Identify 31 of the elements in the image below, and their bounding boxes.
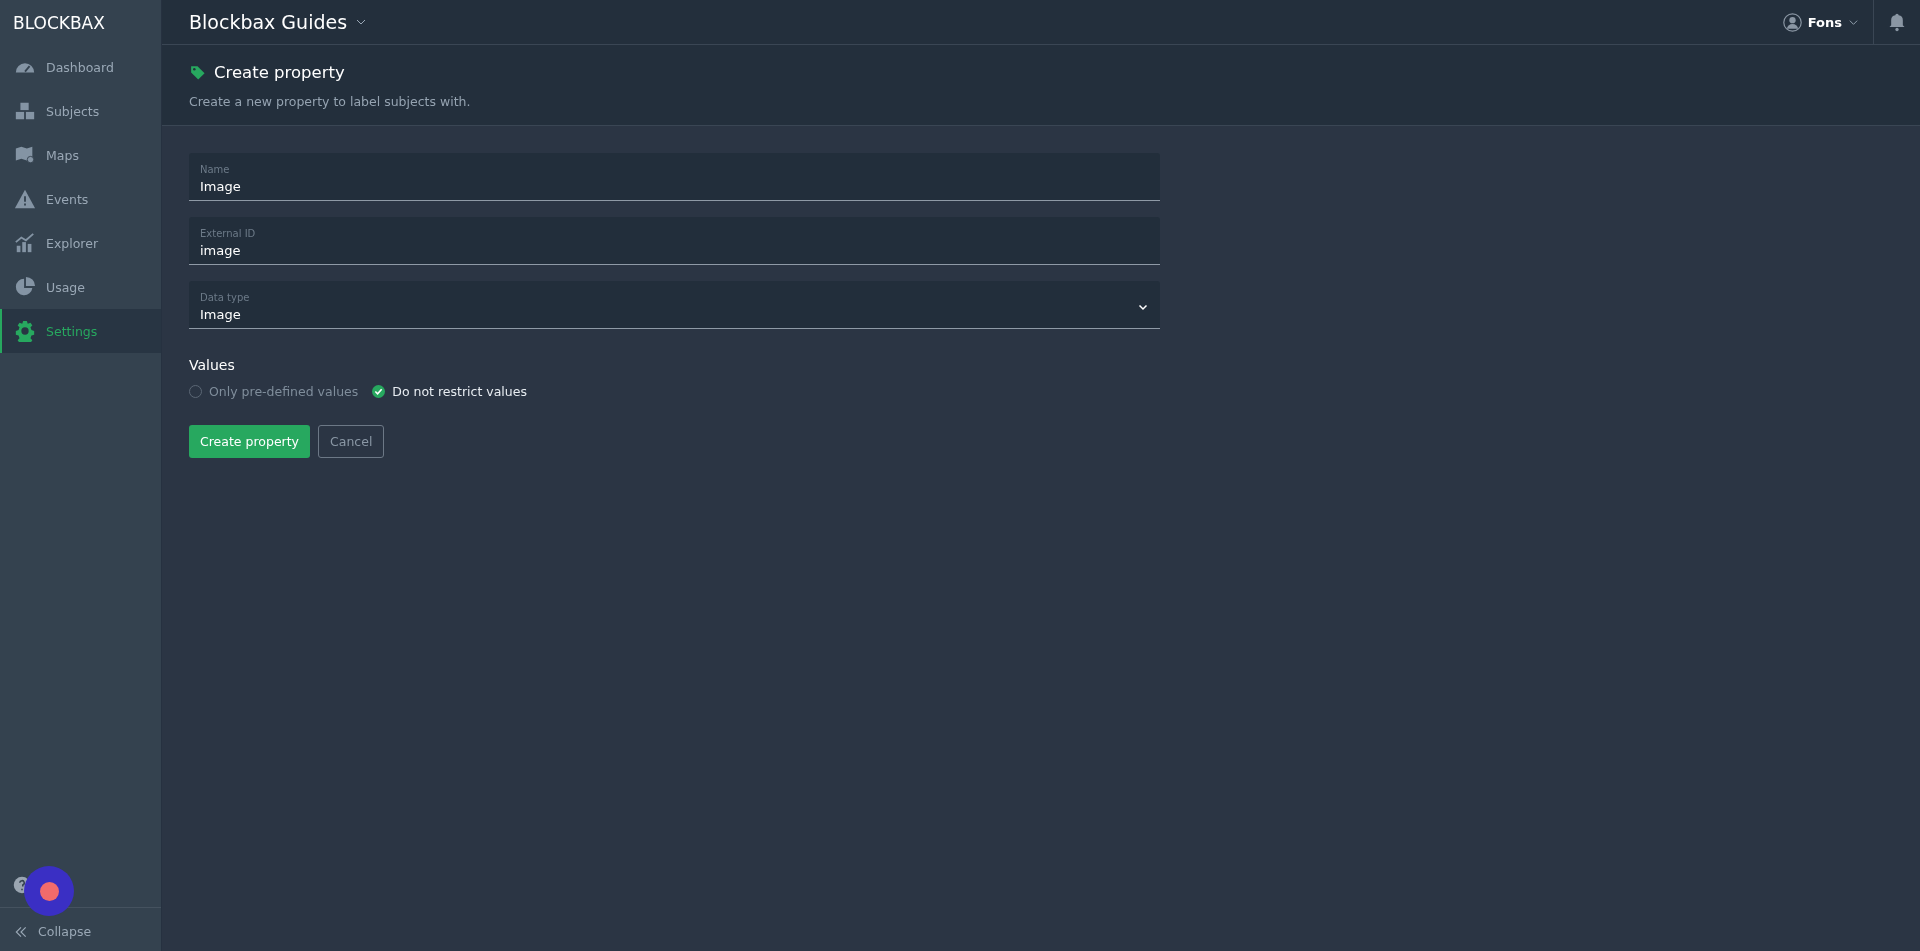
user-menu[interactable]: Fons [1782,12,1873,32]
boxes-icon [14,100,36,122]
cancel-button[interactable]: Cancel [318,425,385,458]
page-subtitle: Create a new property to label subjects with. [189,94,472,109]
map-icon [14,144,36,166]
sidebar-item[interactable]: Dashboard [0,45,161,89]
chat-launcher[interactable] [24,866,74,916]
section-label: Values [189,357,236,373]
create-button[interactable]: Create property [189,425,311,458]
input-field[interactable]: Name Image [189,153,1160,201]
page-title: Create property [214,63,345,82]
select-field[interactable]: Data type Image [189,281,1160,329]
double-chevron-icon [14,924,28,939]
sidebar-item[interactable]: Events [0,177,161,221]
input-field[interactable]: External ID image [189,217,1160,265]
tag-icon [189,64,206,81]
sidebar-item[interactable]: Usage [0,265,161,309]
radio-option[interactable]: Do not restrict values [372,384,527,399]
sidebar-item[interactable]: Subjects [0,89,161,133]
settings-icon [14,320,36,342]
project-dropdown[interactable]: Blockbax Guides [189,11,368,33]
radio-option[interactable]: Only pre-defined values [189,384,359,399]
logo[interactable]: BLOCKBAX [0,0,161,45]
warning-icon [14,188,36,210]
sidebar-item[interactable]: Explorer [0,221,161,265]
avatar-icon [1782,12,1802,32]
chart-icon [14,232,36,254]
sidebar-item[interactable]: Maps [0,133,161,177]
pie-chart-icon [14,276,36,298]
sidebar-item[interactable]: Settings [0,309,161,353]
notifications-icon[interactable] [1887,12,1907,32]
